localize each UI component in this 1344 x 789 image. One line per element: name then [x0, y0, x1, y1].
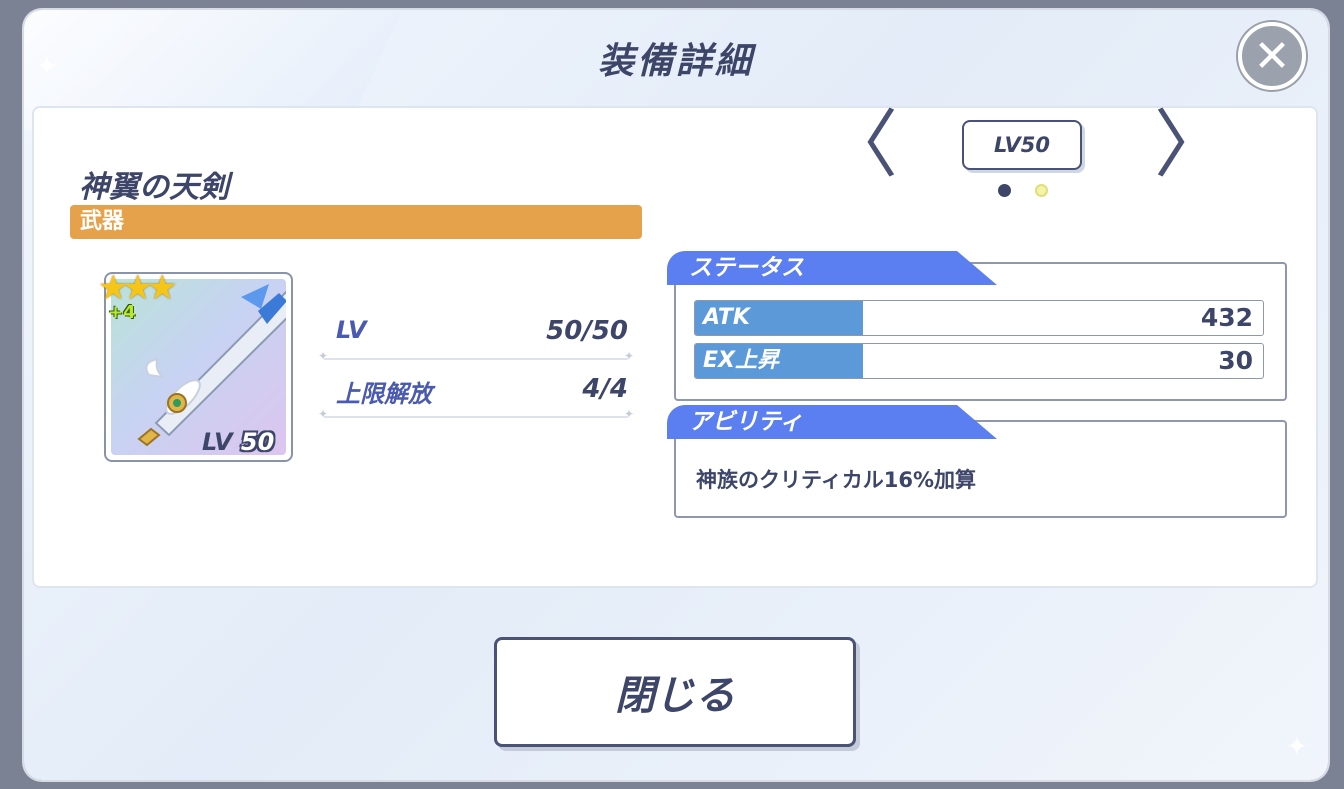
stat-value: 4/4: [582, 374, 628, 404]
status-value: 432: [1200, 303, 1253, 332]
icon-level-value: 50: [240, 428, 275, 456]
close-icon[interactable]: ✕: [1238, 22, 1306, 90]
status-value: 30: [1218, 346, 1253, 375]
sparkle-icon: ✦: [1286, 732, 1308, 762]
equipment-detail-dialog: ✦ ✦ 装備詳細 ✕ 〈 LV50 〉 神翼の天剣 武器 ★★★ +4 LV 5…: [24, 10, 1328, 780]
category-bar: 武器: [70, 205, 642, 239]
chevron-right-icon[interactable]: 〉: [1154, 108, 1228, 182]
level-selector[interactable]: LV50: [962, 120, 1082, 170]
stat-label: 上限解放: [336, 380, 432, 408]
divider: [318, 407, 634, 421]
icon-level-label: LV 50: [202, 428, 274, 456]
refine-badge: +4: [108, 302, 136, 323]
page-dot-inactive[interactable]: [1035, 184, 1048, 197]
status-header: ステータス: [667, 251, 997, 285]
close-button[interactable]: 閉じる: [494, 637, 856, 747]
stat-value: 50/50: [546, 316, 628, 346]
stat-row-level: LV 50/50: [318, 308, 634, 363]
ability-header: アビリティ: [667, 405, 997, 439]
status-row-atk: ATK 432: [694, 300, 1264, 336]
chevron-left-icon[interactable]: 〈: [824, 108, 898, 182]
status-key: EX上昇: [695, 344, 863, 378]
ability-text: 神族のクリティカル16%加算: [696, 468, 977, 492]
stat-label: LV: [336, 316, 367, 344]
dialog-title: 装備詳細: [597, 41, 754, 82]
page-dot-active[interactable]: [998, 184, 1011, 197]
divider: [318, 349, 634, 363]
status-key: ATK: [695, 301, 863, 335]
stat-row-limit-break: 上限解放 4/4: [318, 366, 634, 421]
equipment-name: 神翼の天剣: [79, 170, 229, 205]
status-row-ex: EX上昇 30: [694, 343, 1264, 379]
icon-level-prefix: LV: [202, 428, 233, 456]
